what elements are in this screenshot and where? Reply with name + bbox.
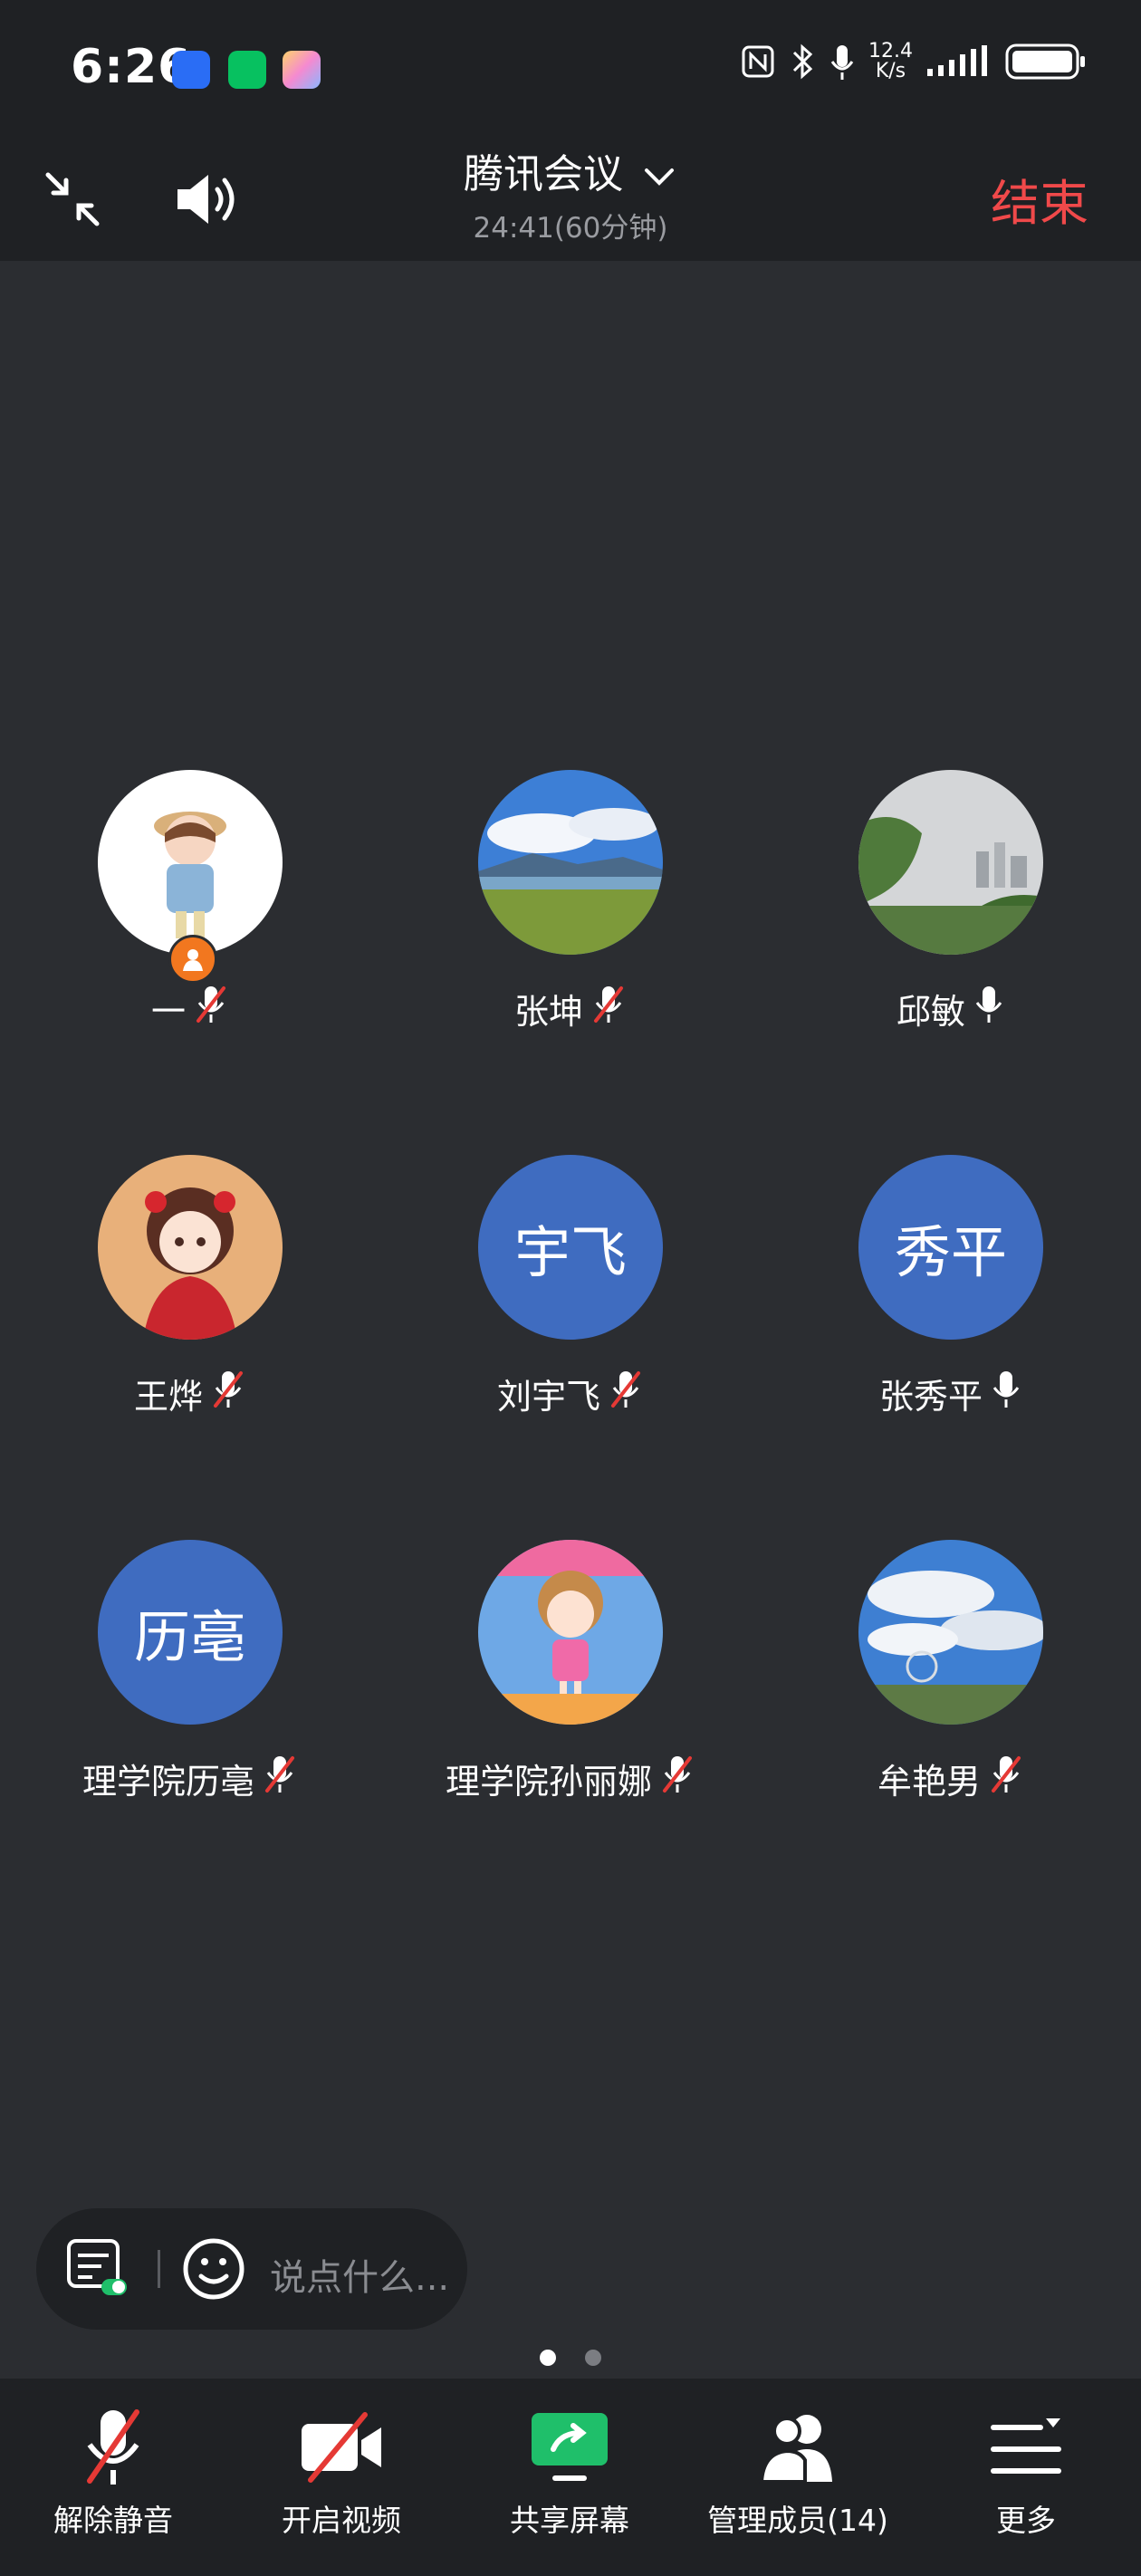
mic-muted-icon [611, 1371, 640, 1408]
unmute-label: 解除静音 [53, 2503, 173, 2538]
mic-muted-indicator [210, 1370, 246, 1418]
chevron-down-icon [645, 168, 674, 186]
avatar [478, 1540, 663, 1725]
participant-name-row: 刘宇飞 [380, 1369, 761, 1418]
participant-tile[interactable]: 宇飞刘宇飞 [380, 1155, 761, 1418]
members-icon [759, 2415, 832, 2484]
participant-tile[interactable]: 一 [0, 770, 380, 1033]
participant-tile[interactable]: 牟艳男 [761, 1540, 1141, 1803]
avatar [98, 770, 283, 955]
net-speed: 12.4 K/s [868, 42, 913, 82]
photos-app-icon [283, 51, 321, 89]
participant-name: 牟艳男 [877, 1762, 981, 1802]
mic-muted-indicator [193, 985, 229, 1033]
mic-off-icon [87, 2409, 139, 2485]
more-button[interactable]: 更多 [913, 2406, 1139, 2540]
status-icons: 12.4 K/s [740, 42, 1087, 82]
avatar [98, 1155, 283, 1340]
caption-icon[interactable] [65, 2237, 129, 2301]
participant-tile[interactable]: 邱敏 [761, 770, 1141, 1033]
participant-name-row: 理学院历亳 [0, 1754, 380, 1803]
start-video-label: 开启视频 [282, 2503, 401, 2538]
video-off-icon [302, 2412, 381, 2483]
participant-name: 理学院历亳 [82, 1762, 254, 1802]
participant-tile[interactable]: 王烨 [0, 1155, 380, 1418]
page-dot-1[interactable] [540, 2350, 556, 2366]
wechat-app-icon [228, 51, 266, 89]
avatar [858, 1540, 1043, 1725]
participant-name: 刘宇飞 [496, 1377, 600, 1417]
mic-muted-icon [265, 1756, 294, 1793]
mic-muted-indicator [608, 1370, 644, 1418]
participant-name: 王烨 [133, 1377, 203, 1417]
meeting-timer: 24:41(60分钟) [473, 212, 668, 245]
participant-name-row: 王烨 [0, 1369, 380, 1418]
mic-on-indicator [973, 985, 1005, 1033]
mic-muted-icon [663, 1756, 692, 1793]
page-dot-2[interactable] [585, 2350, 601, 2366]
status-bar: 6:26 12.4 K/s [0, 0, 1141, 136]
net-speed-unit: K/s [875, 60, 906, 82]
nfc-icon [742, 45, 774, 78]
mic-muted-indicator [659, 1754, 695, 1802]
chat-bar[interactable]: 说点什么... [36, 2208, 467, 2330]
signal-icon [927, 45, 987, 76]
avatar [478, 770, 663, 955]
mic-muted-icon [197, 986, 225, 1023]
participant-name: 邱敏 [896, 992, 965, 1032]
avatar [858, 770, 1043, 955]
participant-name: 张坤 [513, 992, 583, 1032]
battery-icon [1005, 43, 1085, 80]
mic-on-icon [992, 1371, 1020, 1408]
mic-muted-indicator [590, 985, 627, 1033]
meeting-title: 腾讯会议 [464, 151, 623, 197]
bluetooth-icon [792, 43, 813, 80]
share-screen-icon [532, 2413, 608, 2481]
participant-tile[interactable]: 历亳理学院历亳 [0, 1540, 380, 1803]
participant-name: 理学院孙丽娜 [445, 1762, 652, 1802]
meeting-header: 腾讯会议 24:41(60分钟) 结束 [0, 136, 1141, 261]
mic-status-icon [830, 45, 854, 80]
avatar: 历亳 [98, 1540, 283, 1725]
more-label: 更多 [996, 2503, 1056, 2538]
unmute-button[interactable]: 解除静音 [0, 2406, 226, 2540]
participant-tile[interactable]: 理学院孙丽娜 [380, 1540, 761, 1803]
avatar: 宇飞 [478, 1155, 663, 1340]
mic-on-indicator [990, 1370, 1022, 1418]
participant-name-row: 邱敏 [761, 984, 1141, 1033]
mic-on-icon [975, 986, 1002, 1023]
participant-tile[interactable]: 张坤 [380, 770, 761, 1033]
participant-name: 张秀平 [878, 1377, 983, 1417]
end-meeting-button[interactable]: 结束 [991, 163, 1088, 235]
mic-muted-icon [992, 1756, 1021, 1793]
page-indicator [540, 2350, 601, 2366]
chat-divider [158, 2250, 160, 2288]
mic-muted-icon [594, 986, 623, 1023]
participant-name-row: 张秀平 [761, 1369, 1141, 1418]
share-screen-button[interactable]: 共享屏幕 [456, 2406, 683, 2540]
manage-members-button[interactable]: 管理成员(14) [685, 2406, 911, 2540]
participant-name-row: 理学院孙丽娜 [380, 1754, 761, 1803]
participant-tile[interactable]: 秀平张秀平 [761, 1155, 1141, 1418]
mic-muted-indicator [988, 1754, 1024, 1802]
avatar: 秀平 [858, 1155, 1043, 1340]
more-icon [991, 2418, 1061, 2474]
participant-name-row: 张坤 [380, 984, 761, 1033]
participant-name: 一 [150, 992, 186, 1032]
chat-input[interactable]: 说点什么... [270, 2248, 449, 2301]
bottom-toolbar: 解除静音 开启视频 共享屏幕 管理成员(14) 更多 [0, 2379, 1141, 2576]
mic-muted-indicator [262, 1754, 298, 1802]
host-badge-icon [168, 935, 217, 984]
participant-name-row: 牟艳男 [761, 1754, 1141, 1803]
participant-name-row: 一 [0, 984, 380, 1033]
manage-members-label: 管理成员(14) [707, 2503, 888, 2538]
share-screen-label: 共享屏幕 [510, 2503, 629, 2538]
emoji-icon[interactable] [181, 2236, 246, 2302]
mic-muted-icon [214, 1371, 243, 1408]
lark-app-icon [172, 51, 210, 89]
meeting-title-button[interactable]: 腾讯会议 [0, 141, 1141, 199]
net-speed-value: 12.4 [868, 40, 913, 62]
start-video-button[interactable]: 开启视频 [228, 2406, 455, 2540]
